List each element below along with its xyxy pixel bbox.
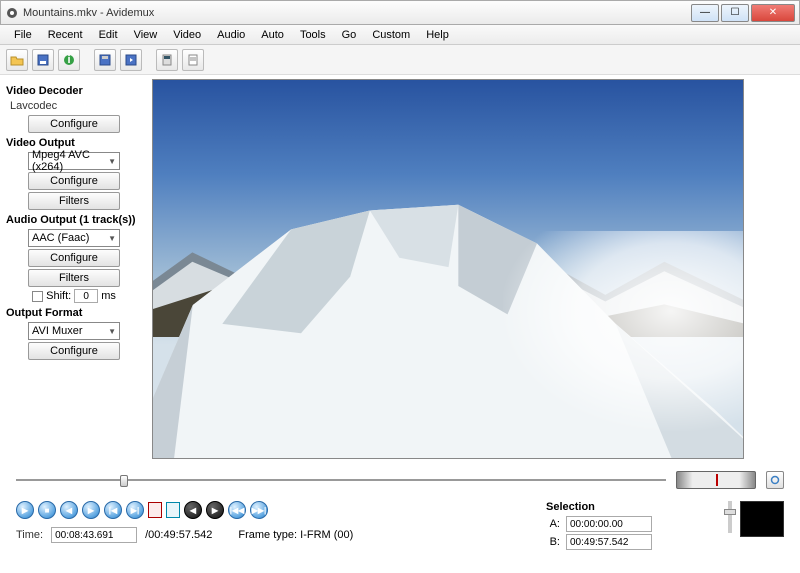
close-button[interactable]: ✕ — [751, 4, 795, 22]
video-area — [148, 75, 800, 465]
video-output-select[interactable]: Mpeg4 AVC (x264)▼ — [28, 152, 120, 170]
set-marker-b-button[interactable] — [166, 502, 180, 518]
video-output-title: Video Output — [6, 137, 142, 149]
save-icon[interactable] — [32, 49, 54, 71]
bottom-panel: ▶ ■ ◀ ▶ |◀ ▶| ◀ ▶ |◀◀ ▶▶| Time: 00:08:43… — [0, 465, 800, 558]
video-filters-button[interactable]: Filters — [28, 192, 120, 210]
selection-b-value[interactable]: 00:49:57.542 — [566, 534, 652, 550]
time-label: Time: — [16, 529, 43, 541]
menu-view[interactable]: View — [126, 27, 166, 43]
audio-filters-button[interactable]: Filters — [28, 269, 120, 287]
output-format-select[interactable]: AVI Muxer ▼ — [28, 322, 120, 340]
menu-tools[interactable]: Tools — [292, 27, 334, 43]
time-row: Time: 00:08:43.691 /00:49:57.542 Frame t… — [16, 527, 353, 543]
save-audio-icon[interactable] — [120, 49, 142, 71]
volume-column — [728, 501, 732, 533]
selection-a-label: A: — [546, 518, 560, 530]
content-area: Video Decoder Lavcodec Configure Video O… — [0, 75, 800, 465]
audio-shift-row: Shift: 0 ms — [6, 289, 142, 303]
jog-reset-button[interactable] — [766, 471, 784, 489]
menubar: File Recent Edit View Video Audio Auto T… — [0, 25, 800, 45]
menu-help[interactable]: Help — [418, 27, 457, 43]
set-marker-a-button[interactable] — [148, 502, 162, 518]
time-current-input[interactable]: 00:08:43.691 — [51, 527, 137, 543]
calculator-icon[interactable] — [156, 49, 178, 71]
jog-wheel[interactable] — [676, 471, 756, 489]
selection-panel: Selection A: 00:00:00.00 B: 00:49:57.542 — [546, 501, 716, 552]
shift-unit: ms — [101, 290, 116, 302]
titlebar: Mountains.mkv - Avidemux — ☐ ✕ — [0, 0, 800, 25]
video-output-value: Mpeg4 AVC (x264) — [32, 149, 108, 173]
selection-b-label: B: — [546, 536, 560, 548]
menu-auto[interactable]: Auto — [253, 27, 292, 43]
output-format-title: Output Format — [6, 307, 142, 319]
video-decoder-title: Video Decoder — [6, 85, 142, 97]
sidebar: Video Decoder Lavcodec Configure Video O… — [0, 75, 148, 465]
shift-label: Shift: — [46, 290, 71, 302]
menu-file[interactable]: File — [6, 27, 40, 43]
playback-buttons: ▶ ■ ◀ ▶ |◀ ▶| ◀ ▶ |◀◀ ▶▶| — [16, 501, 353, 519]
seek-slider[interactable] — [16, 473, 666, 487]
goto-start-button[interactable]: |◀◀ — [228, 501, 246, 519]
audio-configure-button[interactable]: Configure — [28, 249, 120, 267]
script-icon[interactable] — [182, 49, 204, 71]
volume-slider[interactable] — [728, 501, 732, 533]
window-title: Mountains.mkv - Avidemux — [23, 7, 691, 19]
menu-video[interactable]: Video — [165, 27, 209, 43]
chevron-down-icon: ▼ — [108, 327, 116, 336]
audio-output-value: AAC (Faac) — [32, 232, 89, 244]
shift-checkbox[interactable] — [32, 291, 43, 302]
selection-a-value[interactable]: 00:00:00.00 — [566, 516, 652, 532]
app-icon — [5, 6, 19, 20]
window-controls: — ☐ ✕ — [691, 4, 795, 22]
toolbar: i — [0, 45, 800, 75]
prev-frame-button[interactable]: ◀ — [60, 501, 78, 519]
decoder-configure-button[interactable]: Configure — [28, 115, 120, 133]
video-decoder-codec: Lavcodec — [10, 100, 142, 112]
menu-custom[interactable]: Custom — [364, 27, 418, 43]
menu-edit[interactable]: Edit — [91, 27, 126, 43]
chevron-down-icon: ▼ — [108, 157, 116, 166]
prev-black-button[interactable]: ◀ — [184, 501, 202, 519]
play-button[interactable]: ▶ — [16, 501, 34, 519]
next-keyframe-button[interactable]: ▶| — [126, 501, 144, 519]
output-format-value: AVI Muxer — [32, 325, 83, 337]
shift-value-input[interactable]: 0 — [74, 289, 98, 303]
prev-keyframe-button[interactable]: |◀ — [104, 501, 122, 519]
info-icon[interactable]: i — [58, 49, 80, 71]
next-black-button[interactable]: ▶ — [206, 501, 224, 519]
maximize-button[interactable]: ☐ — [721, 4, 749, 22]
svg-text:i: i — [67, 54, 70, 66]
save-video-icon[interactable] — [94, 49, 116, 71]
format-configure-button[interactable]: Configure — [28, 342, 120, 360]
time-total: /00:49:57.542 — [145, 529, 212, 541]
goto-end-button[interactable]: ▶▶| — [250, 501, 268, 519]
preview-thumbnail — [740, 501, 784, 537]
open-icon[interactable] — [6, 49, 28, 71]
menu-audio[interactable]: Audio — [209, 27, 253, 43]
next-frame-button[interactable]: ▶ — [82, 501, 100, 519]
selection-title: Selection — [546, 501, 716, 513]
menu-go[interactable]: Go — [334, 27, 365, 43]
frame-type: Frame type: I-FRM (00) — [238, 529, 353, 541]
seek-row — [16, 471, 784, 489]
menu-recent[interactable]: Recent — [40, 27, 91, 43]
chevron-down-icon: ▼ — [108, 234, 116, 243]
video-preview — [152, 79, 744, 459]
control-row: ▶ ■ ◀ ▶ |◀ ▶| ◀ ▶ |◀◀ ▶▶| Time: 00:08:43… — [16, 501, 784, 552]
audio-output-title: Audio Output (1 track(s)) — [6, 214, 142, 226]
stop-button[interactable]: ■ — [38, 501, 56, 519]
audio-output-select[interactable]: AAC (Faac) ▼ — [28, 229, 120, 247]
minimize-button[interactable]: — — [691, 4, 719, 22]
video-configure-button[interactable]: Configure — [28, 172, 120, 190]
